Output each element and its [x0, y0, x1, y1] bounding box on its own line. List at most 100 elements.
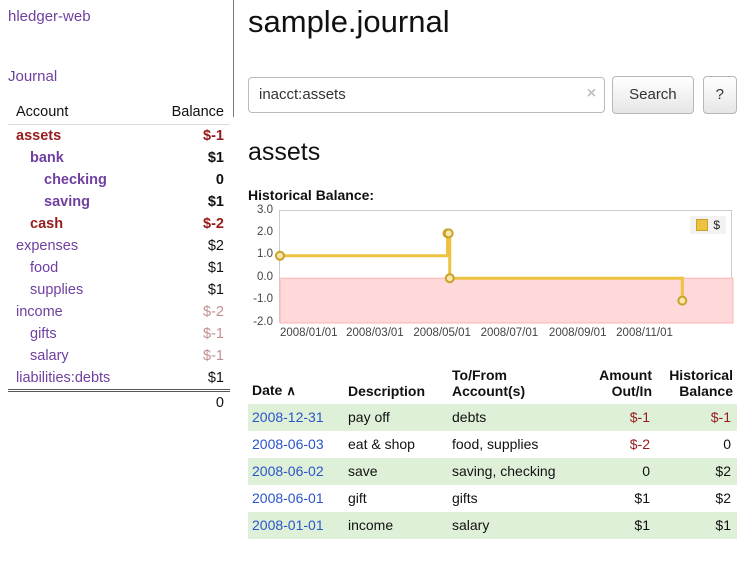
- account-link[interactable]: liabilities:debts: [16, 370, 110, 386]
- transaction-date-link[interactable]: 2008-01-01: [252, 517, 324, 533]
- accounts-col-account: Account: [8, 101, 149, 125]
- account-link[interactable]: income: [16, 304, 63, 320]
- transaction-accounts: debts: [448, 404, 574, 431]
- account-link[interactable]: checking: [44, 172, 107, 188]
- account-balance: $1: [149, 279, 230, 301]
- account-link[interactable]: saving: [44, 194, 90, 210]
- sidebar: hledger-web Journal Account Balance asse…: [0, 0, 234, 414]
- register-col-accounts: To/From Account(s): [448, 365, 574, 404]
- account-balance: 0: [149, 169, 230, 191]
- y-tick-label: 2.0: [246, 226, 273, 238]
- brand-link[interactable]: hledger-web: [8, 8, 234, 25]
- sort-asc-icon: ∧: [286, 383, 296, 398]
- register-table: Date∧ Description To/From Account(s) Amo…: [248, 365, 737, 539]
- account-balance: $1: [149, 257, 230, 279]
- transaction-date-link[interactable]: 2008-06-02: [252, 463, 324, 479]
- y-tick-label: 3.0: [246, 204, 273, 216]
- transaction-balance: $2: [656, 485, 737, 512]
- accounts-total-value: 0: [149, 391, 230, 415]
- accounts-header-row: Account Balance: [8, 101, 230, 125]
- data-point-marker: [445, 229, 453, 237]
- transaction-accounts: saving, checking: [448, 458, 574, 485]
- main-content: sample.journal × Search ? assets Histori…: [248, 0, 737, 539]
- nav-journal-link[interactable]: Journal: [8, 68, 234, 85]
- page-title: sample.journal: [248, 4, 737, 40]
- account-link[interactable]: food: [30, 260, 58, 276]
- accounts-total-row: 0: [8, 391, 230, 415]
- account-balance: $1: [149, 147, 230, 169]
- y-tick-label: -2.0: [246, 316, 273, 328]
- transaction-accounts: food, supplies: [448, 431, 574, 458]
- data-point-marker: [678, 296, 686, 304]
- register-header-row: Date∧ Description To/From Account(s) Amo…: [248, 365, 737, 404]
- chart-heading: Historical Balance:: [248, 187, 737, 203]
- account-row: supplies $1: [8, 279, 230, 301]
- account-link[interactable]: assets: [16, 128, 61, 144]
- search-button[interactable]: Search: [612, 76, 694, 114]
- x-tick-label: 2008/11/01: [616, 327, 698, 339]
- account-link[interactable]: gifts: [30, 326, 57, 342]
- transaction-amount: 0: [574, 458, 656, 485]
- transaction-description: pay off: [344, 404, 448, 431]
- account-link[interactable]: bank: [30, 150, 64, 166]
- account-link[interactable]: expenses: [16, 238, 78, 254]
- sidebar-divider: [233, 0, 234, 117]
- y-tick-label: 1.0: [246, 248, 273, 260]
- account-link[interactable]: supplies: [30, 282, 83, 298]
- account-balance: $-1: [149, 323, 230, 345]
- transaction-description: save: [344, 458, 448, 485]
- account-heading: assets: [248, 138, 737, 167]
- transaction-accounts: salary: [448, 512, 574, 539]
- account-link[interactable]: cash: [30, 216, 63, 232]
- chart-legend: $: [690, 216, 726, 234]
- x-tick-label: 2008/05/01: [413, 327, 479, 339]
- account-balance: $1: [149, 367, 230, 391]
- transaction-date-link[interactable]: 2008-06-01: [252, 490, 324, 506]
- data-point-marker: [276, 251, 284, 259]
- account-row: gifts $-1: [8, 323, 230, 345]
- account-balance: $-2: [149, 213, 230, 235]
- transaction-amount: $1: [574, 485, 656, 512]
- transaction-row: 2008-06-03 eat & shop food, supplies $-2…: [248, 431, 737, 458]
- transaction-row: 2008-06-01 gift gifts $1 $2: [248, 485, 737, 512]
- transaction-accounts: gifts: [448, 485, 574, 512]
- legend-swatch-icon: [696, 219, 708, 231]
- clear-search-icon[interactable]: ×: [587, 85, 596, 103]
- x-tick-label: 2008/07/01: [481, 327, 547, 339]
- transaction-date-link[interactable]: 2008-12-31: [252, 409, 324, 425]
- search-input[interactable]: [248, 77, 605, 113]
- account-balance: $2: [149, 235, 230, 257]
- x-tick-label: 2008/01/01: [280, 327, 346, 339]
- account-row: saving $1: [8, 191, 230, 213]
- account-row: expenses $2: [8, 235, 230, 257]
- transaction-description: eat & shop: [344, 431, 448, 458]
- account-row: cash $-2: [8, 213, 230, 235]
- chart-x-axis: 2008/01/012008/03/012008/05/012008/07/01…: [280, 327, 733, 343]
- account-balance: $-1: [149, 125, 230, 148]
- transaction-amount: $-1: [574, 404, 656, 431]
- register-col-date-sort[interactable]: Date∧: [248, 365, 344, 404]
- transaction-row: 2008-01-01 income salary $1 $1: [248, 512, 737, 539]
- account-row: bank $1: [8, 147, 230, 169]
- account-balance: $-1: [149, 345, 230, 367]
- register-col-amount: Amount Out/In: [574, 365, 656, 404]
- accounts-col-balance: Balance: [149, 101, 230, 125]
- register-col-balance: Historical Balance: [656, 365, 737, 404]
- data-point-marker: [446, 274, 454, 282]
- register-col-description: Description: [344, 365, 448, 404]
- account-row: liabilities:debts $1: [8, 367, 230, 391]
- transaction-amount: $-2: [574, 431, 656, 458]
- account-balance: $-2: [149, 301, 230, 323]
- account-row: food $1: [8, 257, 230, 279]
- legend-label: $: [713, 218, 720, 232]
- chart-y-axis: 3.02.01.00.0-1.0-2.0: [248, 210, 275, 322]
- account-link[interactable]: salary: [30, 348, 69, 364]
- transaction-amount: $1: [574, 512, 656, 539]
- account-row: salary $-1: [8, 345, 230, 367]
- transaction-date-link[interactable]: 2008-06-03: [252, 436, 324, 452]
- x-tick-label: 2008/09/01: [549, 327, 615, 339]
- negative-region: [280, 278, 733, 323]
- help-button[interactable]: ?: [703, 76, 737, 114]
- transaction-row: 2008-06-02 save saving, checking 0 $2: [248, 458, 737, 485]
- historical-balance-chart: 3.02.01.00.0-1.0-2.0 $ 2008/01/012008/03…: [248, 209, 737, 347]
